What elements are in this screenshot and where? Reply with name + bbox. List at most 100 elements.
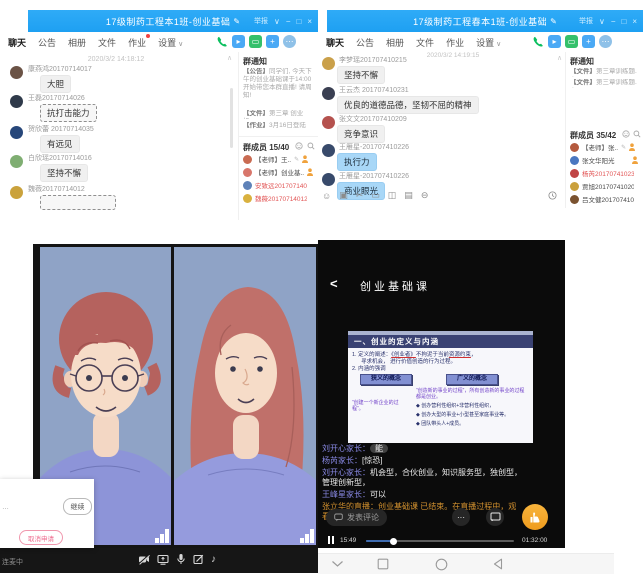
notice-item[interactable]: 【作业】3月16日登陆一... [243,122,315,131]
message-icon[interactable]: ▸ [548,35,561,48]
edit-note-icon[interactable] [193,554,204,565]
slide-quote-right: “创造新的事业的过程”，所有创造新的事业的过程都是创业。 [416,388,528,400]
notice-item[interactable]: 【文件】第三章训练题.d... [570,68,640,77]
member-name: 贾旭201707410204 [582,181,634,191]
scroll-up-arrow[interactable]: ∧ [557,54,562,62]
collapse-button[interactable]: ∨ [599,17,605,26]
member-row[interactable]: 安致远20170714011 [243,180,307,190]
member-row[interactable]: 杨芮201707410236 [570,168,634,178]
maximize-button[interactable]: □ [296,17,301,26]
tab-files[interactable]: 文件 [98,36,116,49]
home-button-icon[interactable] [435,558,448,571]
avatar[interactable] [322,116,335,129]
tab-settings[interactable]: 设置∨ [476,36,501,49]
tab-announcement[interactable]: 公告 [38,36,56,49]
member-row[interactable]: 魏薇20170714012 [243,193,307,203]
minimize-button[interactable]: − [286,17,291,26]
message-icon[interactable]: ▸ [232,35,245,48]
music-note-icon[interactable]: ♪ [211,554,216,565]
avatar[interactable] [322,144,335,157]
tab-settings[interactable]: 设置∨ [158,36,183,49]
more-actions-icon[interactable]: ⋯ [599,35,612,48]
maximize-button[interactable]: □ [621,17,626,26]
cast-button[interactable] [486,508,504,526]
progress-bar[interactable] [366,540,514,542]
cut-icon[interactable]: ✂ [356,190,364,201]
member-row[interactable]: 【老师】张.. ✎ [570,142,635,152]
back-button-icon[interactable] [492,558,504,570]
tab-chat[interactable]: 聊天 [326,36,344,49]
pause-button[interactable] [328,536,334,544]
avatar[interactable] [10,126,23,139]
report-button[interactable]: 举报 [579,16,593,26]
camera-off-icon[interactable] [138,554,150,565]
member-row[interactable]: 贾旭201707410204 [570,181,634,191]
screen-share-icon[interactable]: ▭ [565,35,578,48]
mute-icon[interactable]: ⊖ [421,190,429,201]
history-clock-icon[interactable] [548,191,557,200]
left-chat-scrollbar[interactable] [230,88,233,148]
member-row[interactable]: 【老师】创业基.. [243,167,313,177]
avatar[interactable] [322,87,335,100]
homework-reddot-badge [146,34,150,38]
scroll-up-arrow[interactable]: ∧ [227,54,232,62]
like-button[interactable] [522,504,548,530]
avatar[interactable] [10,155,23,168]
emoji-icon[interactable] [622,130,630,138]
member-name: 【老师】张.. [582,142,618,152]
more-options-button[interactable]: ··· [452,508,470,526]
avatar[interactable] [10,95,23,108]
avatar[interactable] [10,66,23,79]
tab-album[interactable]: 相册 [68,36,86,49]
tab-announcement[interactable]: 公告 [356,36,374,49]
screenshot-icon[interactable]: ▣ [339,190,348,201]
screen-share-icon[interactable] [157,554,169,565]
phone-call-icon[interactable] [532,36,544,48]
progress-knob[interactable] [390,538,397,545]
pencil-icon: ✎ [294,156,299,163]
comment-input[interactable]: 发表评论 [326,509,387,526]
tab-chat[interactable]: 聊天 [8,36,26,49]
member-row[interactable]: 吕文健2017074102.. [570,194,634,204]
more-actions-icon[interactable]: ⋯ [283,35,296,48]
phone-call-icon[interactable] [216,36,228,48]
notice-item[interactable]: 【文件】第三章训练题.d... [570,79,640,88]
member-row[interactable]: 【老师】王.. ✎ [243,154,308,164]
notice-item[interactable]: 【文件】第三章 创业机... [243,110,315,119]
collapse-button[interactable]: ∨ [274,17,280,26]
avatar[interactable] [322,57,335,70]
tab-homework[interactable]: 作业 [128,36,146,49]
continue-button[interactable]: 继续 [63,498,92,515]
tab-files[interactable]: 文件 [416,36,434,49]
android-nav-bar [318,553,614,574]
minimize-button[interactable]: − [611,17,616,26]
search-icon[interactable] [633,130,641,138]
avatar[interactable] [10,186,23,199]
edit-title-icon[interactable]: ✎ [550,17,557,26]
doc-icon[interactable]: ▤ [404,190,413,201]
avatar[interactable] [322,173,335,186]
hide-nav-chevron-icon[interactable] [331,560,344,568]
notice-item[interactable]: 【公告】同学们, 今天下午的创业基础课于14:00开始带您本群直播! 请周知! [243,68,315,100]
close-button[interactable]: × [307,17,312,26]
cancel-request-button[interactable]: 取消申请 [19,530,63,545]
tab-album[interactable]: 相册 [386,36,404,49]
emoji-icon[interactable] [295,142,303,150]
tab-homework[interactable]: 作业 [446,36,464,49]
add-member-icon[interactable]: + [266,35,279,48]
thumbs-up-icon [529,511,542,524]
close-button[interactable]: × [632,17,637,26]
report-button[interactable]: 举报 [254,16,268,26]
emoji-icon[interactable]: ☺ [322,191,331,201]
microphone-icon[interactable] [176,553,186,565]
file-icon[interactable]: ▭ [371,190,380,201]
search-icon[interactable] [307,142,315,150]
member-row[interactable]: 张文华阳光 [570,155,638,165]
video-tile-woman[interactable] [174,247,316,545]
add-member-icon[interactable]: + [582,35,595,48]
screen-share-icon[interactable]: ▭ [249,35,262,48]
back-arrow[interactable]: < [330,276,338,291]
recent-apps-icon[interactable] [377,558,389,570]
image-icon[interactable]: ◫ [388,190,397,201]
edit-title-icon[interactable]: ✎ [233,17,240,26]
